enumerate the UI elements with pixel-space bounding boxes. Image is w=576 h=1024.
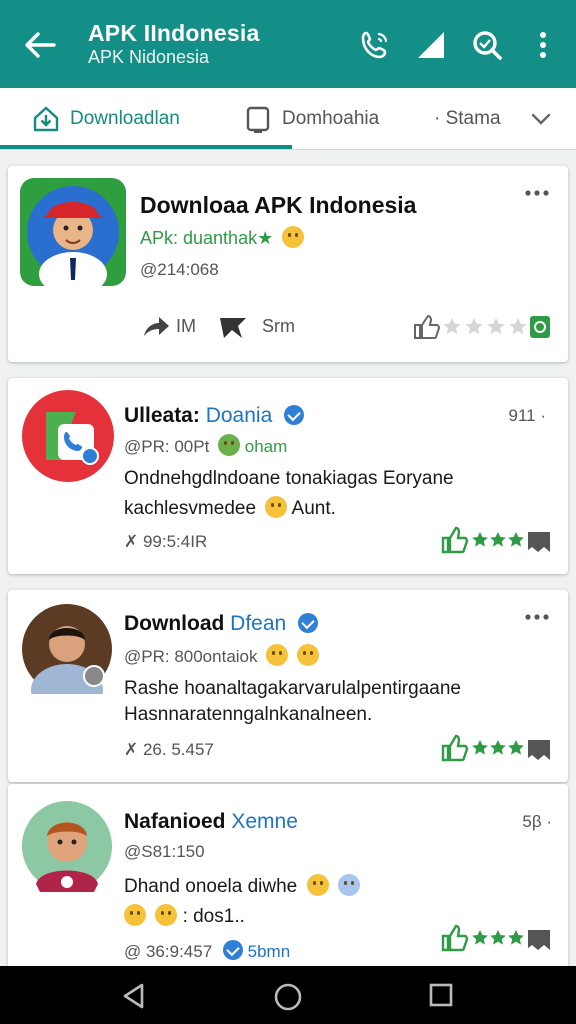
search-icon[interactable] [470,28,504,62]
post-stats: ✗ 26. 5.457 [124,740,214,759]
share-count: IM [176,316,196,336]
more-icon[interactable] [524,188,550,198]
app-bar-titles: APK IIndonesia APK Nidonesia [88,20,260,68]
grimace-emoji-icon [296,644,319,666]
grin-emoji-icon [124,904,146,926]
tab-download[interactable]: Downloadlan [32,88,180,150]
post-count: 5β · [522,812,552,831]
app-subtitle: APk: duanthak★ [140,228,274,248]
user-avatar [22,604,112,694]
post-handle: @S81:150 [124,842,205,861]
post-body-line-2-row: kachlesvmedee Aunt. [124,496,336,520]
smile-emoji-icon [282,226,305,248]
app-bar: APK IIndonesia APK Nidonesia [0,0,576,88]
post-body-line-2: : dos1.. [182,906,245,927]
home-download-icon [33,106,59,132]
post-stats-accent: 5bmn [247,942,291,961]
post-body-line-2-row: : dos1.. [124,904,245,928]
verified-badge-icon [284,405,305,425]
post-title: Nafanioed [124,810,226,833]
smile-emoji-icon [306,874,329,896]
post-title: Ulleata: [124,404,200,427]
signal-icon [418,32,444,58]
app-meta: @214:068 [140,260,219,279]
chevron-down-icon[interactable] [529,107,553,131]
verified-badge-icon [222,940,243,960]
post-body-line-2-tail: Aunt. [291,498,336,519]
more-vert-icon[interactable] [526,28,560,62]
more-icon[interactable] [524,612,550,622]
post-title-accent: Xemne [231,810,298,833]
tab-indicator [0,145,292,149]
post-card[interactable]: Ulleata: Doania 911 · @PR: 00Pt oham Ond… [8,378,568,574]
tablet-icon [246,106,270,133]
post-stats-row: @ 36:9:457 5bmn [124,940,290,962]
globe-emoji-icon [218,434,241,456]
post-meta-row: @PR: 00Pt oham [124,434,287,457]
post-body-line-1: Rashe hoanaltagakarvarulalpentirgaane [124,678,461,699]
reaction-row[interactable] [440,924,552,952]
tab-label: Downloadlan [70,108,180,129]
post-body-line-1: Dhand onoela diwhe [124,876,298,897]
post-meta-row: @PR: 800ontaiok [124,644,319,667]
smile-emoji-icon [266,644,289,666]
post-title-accent: Dfean [230,612,287,635]
tab-third[interactable]: · Stama [434,88,553,150]
nav-recents-icon[interactable] [428,982,454,1008]
tag-label: Srm [262,316,295,336]
cold-emoji-icon [337,874,360,896]
post-body-line-2: Hasnnaratenngalnkanalneen. [124,704,373,725]
app-subtitle-row: APk: duanthak★ [140,226,305,249]
app-title: APK IIndonesia [88,20,260,46]
reaction-row[interactable] [440,734,552,762]
phone-icon[interactable] [358,28,392,62]
post-body-line-1-row: Dhand onoela diwhe [124,874,360,898]
post-handle: @PR: 00Pt [124,437,210,456]
post-title: Download [124,612,225,635]
post-handle-accent: oham [244,437,288,456]
post-handle: @PR: 800ontaiok [124,647,258,666]
post-count: 911 · [508,406,547,425]
tab-label: · Stama [434,108,501,129]
post-stats: @ 36:9:457 [124,942,213,961]
rating-row[interactable] [412,314,552,340]
user-avatar [22,801,112,892]
post-card[interactable]: Nafanioed Xemne 5β · @S81:150 Dhand onoe… [8,784,568,966]
reaction-row[interactable] [440,526,552,554]
post-body-line-2: kachlesvmedee [124,498,257,519]
tab-bar: Downloadlan Domhoahia · Stama [0,88,576,150]
nav-home-icon[interactable] [273,982,303,1012]
app-avatar [20,178,126,286]
post-title-accent: Doania [205,404,273,427]
grin-emoji-icon [265,496,288,518]
post-title-row: Ulleata: Doania [124,404,305,428]
post-card[interactable]: Download Dfean @PR: 800ontaiok Rashe hoa… [8,590,568,782]
verified-badge-icon [298,613,319,633]
nav-back-icon[interactable] [120,982,148,1010]
flag-icon[interactable] [218,314,248,340]
post-body-line-1: Ondnehgdlndoane tonakiagas Eoryane [124,468,454,489]
share-icon[interactable] [142,314,170,338]
post-title-row: Nafanioed Xemne [124,810,298,834]
tab-label: Domhoahia [282,108,380,129]
post-stats: ✗ 99:5:4IR [124,532,208,551]
app-card[interactable]: Downloaa APK Indonesia APk: duanthak★ @2… [8,166,568,362]
system-nav-bar [0,966,576,1024]
sad-emoji-icon [155,904,178,926]
back-arrow-icon[interactable] [22,28,58,62]
app-avatar [22,390,114,482]
app-subtitle: APK Nidonesia [88,47,210,67]
post-title-row: Download Dfean [124,612,319,636]
app-title: Downloaa APK Indonesia [140,192,417,218]
tab-second[interactable]: Domhoahia [244,88,379,150]
